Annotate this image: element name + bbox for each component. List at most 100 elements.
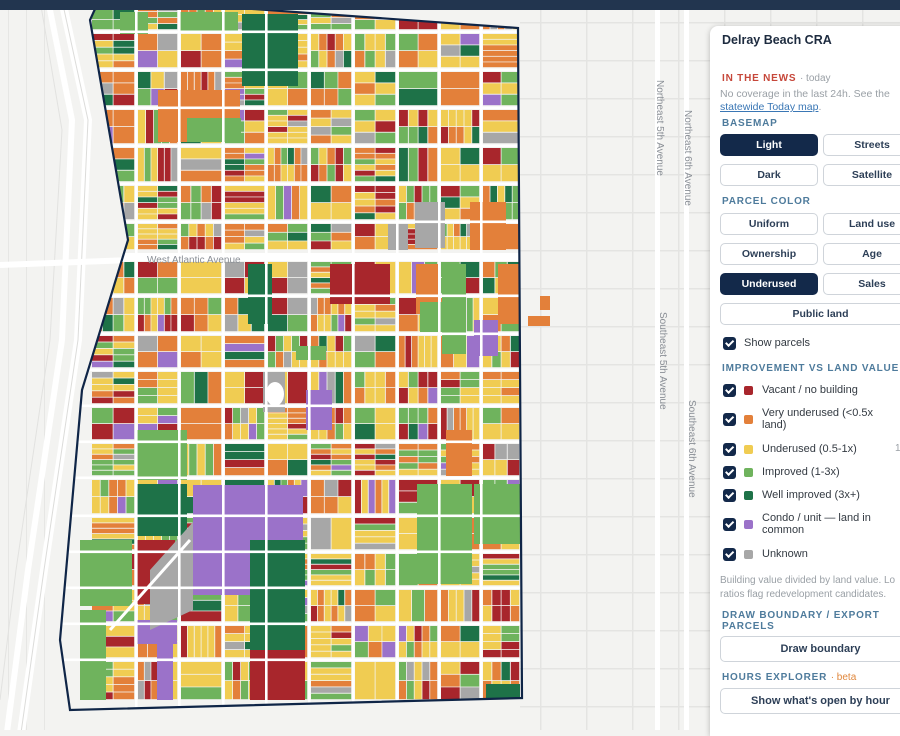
draw-boundary-button[interactable]: Draw boundary xyxy=(720,636,900,662)
parcel xyxy=(225,170,245,176)
parcel xyxy=(355,34,365,51)
parcel xyxy=(441,674,460,687)
parcel xyxy=(406,642,414,658)
legend-checkbox-condo[interactable] xyxy=(723,518,736,531)
parcel xyxy=(225,278,245,294)
parcel xyxy=(194,298,208,315)
parcel xyxy=(355,121,375,132)
parcel xyxy=(311,626,331,632)
parcel xyxy=(483,554,520,559)
parcel xyxy=(501,72,520,83)
color-age-button[interactable]: Age xyxy=(823,243,900,265)
parcel xyxy=(311,580,352,586)
parcel xyxy=(292,186,300,220)
parcel xyxy=(225,468,265,476)
parcel xyxy=(355,199,375,206)
parcel xyxy=(399,590,412,622)
parcel xyxy=(138,408,158,416)
parcel xyxy=(245,170,265,176)
parcel xyxy=(208,298,222,315)
parcel xyxy=(268,165,274,182)
basemap-streets-button[interactable]: Streets xyxy=(823,134,900,156)
parcel xyxy=(331,651,352,658)
parcel xyxy=(460,396,480,404)
news-time: · today xyxy=(799,73,831,84)
color-ownership-button[interactable]: Ownership xyxy=(720,243,818,265)
parcel xyxy=(483,570,520,575)
parcel xyxy=(399,51,418,68)
basemap-satellite-button[interactable]: Satellite xyxy=(823,164,900,186)
parcel xyxy=(430,642,438,658)
parcel xyxy=(151,315,158,332)
parcel xyxy=(501,165,520,182)
parcel xyxy=(355,224,375,237)
parcel xyxy=(225,230,245,237)
parcel xyxy=(355,311,375,318)
basemap-light-button[interactable]: Light xyxy=(720,134,818,156)
background-street xyxy=(44,10,45,730)
parcel xyxy=(399,186,406,203)
parcel xyxy=(501,642,520,650)
color-uniform-button[interactable]: Uniform xyxy=(720,213,818,235)
show-parcels-checkbox[interactable] xyxy=(723,337,736,350)
parcel xyxy=(311,693,352,700)
parcel xyxy=(225,344,265,352)
parcel xyxy=(355,606,375,622)
parcel xyxy=(151,662,158,681)
color-public-land-button[interactable]: Public land xyxy=(720,303,900,325)
parcel xyxy=(225,444,265,452)
parcel xyxy=(355,83,375,94)
basemap-dark-button[interactable]: Dark xyxy=(720,164,818,186)
color-underused-button[interactable]: Underused xyxy=(720,273,818,295)
parcel xyxy=(311,454,331,460)
parcel xyxy=(375,34,385,51)
parcel xyxy=(414,626,422,642)
panel-title: Delray Beach CRA xyxy=(722,33,832,47)
statewide-map-link[interactable]: statewide Today map xyxy=(720,101,818,113)
parcel xyxy=(311,283,331,288)
parcel xyxy=(208,372,222,404)
legend-checkbox-well-improved[interactable] xyxy=(723,489,736,502)
parcel xyxy=(181,170,222,182)
parcel xyxy=(225,650,245,658)
parcel xyxy=(382,642,396,658)
parcel xyxy=(335,34,343,51)
parcel xyxy=(164,148,171,182)
parcel xyxy=(164,315,171,332)
parcel xyxy=(483,460,495,476)
parcel xyxy=(319,34,327,51)
parcel xyxy=(327,336,335,352)
parcel xyxy=(385,51,396,68)
legend-checkbox-very-underused[interactable] xyxy=(723,413,736,426)
parcel xyxy=(181,626,187,658)
parcel xyxy=(92,444,113,449)
parcel xyxy=(245,153,265,159)
parcel xyxy=(311,110,331,118)
parcel xyxy=(158,197,178,203)
parcel xyxy=(406,626,414,642)
legend-checkbox-vacant[interactable] xyxy=(723,384,736,397)
legend-checkbox-underused[interactable] xyxy=(723,443,736,456)
draw-heading: Draw boundary / export parcels xyxy=(722,610,880,632)
legend-checkbox-improved[interactable] xyxy=(723,466,736,479)
color-sales-button[interactable]: Sales xyxy=(823,273,900,295)
street xyxy=(265,10,268,710)
parcel xyxy=(375,159,396,165)
parcel xyxy=(406,662,414,681)
street xyxy=(60,332,522,336)
parcel xyxy=(225,388,245,404)
parcel xyxy=(331,454,352,460)
parcel xyxy=(425,336,431,368)
parcel xyxy=(412,336,418,368)
show-open-by-hour-button[interactable]: Show what's open by hour xyxy=(720,688,900,714)
parcel xyxy=(288,148,294,165)
legend-checkbox-unknown[interactable] xyxy=(723,548,736,561)
parcel xyxy=(355,186,375,192)
parcel xyxy=(505,186,512,203)
color-land-use-button[interactable]: Land use xyxy=(823,213,900,235)
parcel xyxy=(483,148,501,165)
street xyxy=(60,514,522,518)
parcel xyxy=(331,24,352,30)
parcel xyxy=(399,148,408,182)
parcel xyxy=(276,352,284,368)
